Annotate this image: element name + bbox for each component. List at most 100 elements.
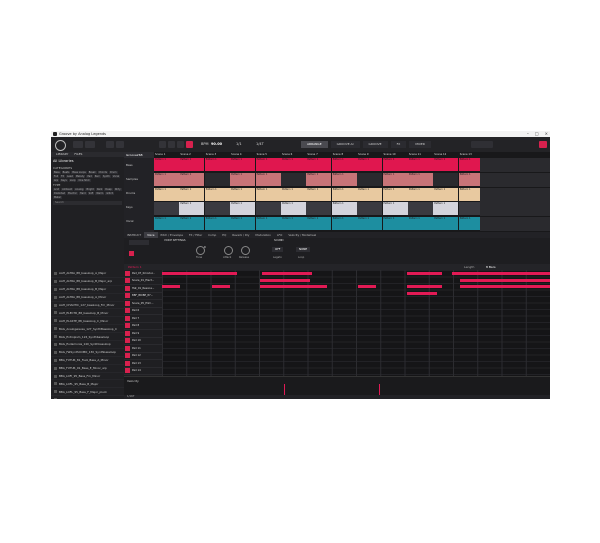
pad-key[interactable]: Pad 7: [124, 315, 162, 323]
midi-note[interactable]: [162, 285, 180, 288]
clip[interactable]: [306, 202, 332, 216]
list-item[interactable]: BBA_LOFL_95_Bass_F_Major_pluck: [51, 388, 124, 397]
attack-knob[interactable]: [224, 246, 233, 255]
empty-lane-area[interactable]: [480, 202, 550, 217]
clip[interactable]: Pattern 1: [230, 202, 256, 216]
empty-lane-area[interactable]: [480, 158, 550, 172]
midi-note[interactable]: [262, 272, 312, 275]
pad-key[interactable]: Snare_01_Elect...: [124, 278, 162, 285]
clip[interactable]: Pattern 1: [407, 187, 433, 201]
category-tag[interactable]: Full: [53, 175, 60, 178]
pad-key[interactable]: Pad 8: [124, 323, 162, 330]
category-tag[interactable]: Chords: [97, 171, 108, 174]
clip[interactable]: Pattern 1: [306, 217, 332, 231]
type-tag[interactable]: Metal: [53, 196, 62, 199]
clip[interactable]: [357, 172, 383, 186]
clip[interactable]: Pattern 1: [255, 158, 281, 171]
midi-note[interactable]: [358, 285, 376, 288]
list-item[interactable]: BBA_FUTUR_81_Fuzz_Bass_A_Minor: [51, 357, 124, 365]
clip[interactable]: Pattern 1: [382, 187, 408, 201]
clip[interactable]: [433, 172, 459, 186]
clip[interactable]: Pattern 1: [306, 172, 332, 186]
midi-note[interactable]: [460, 285, 550, 288]
clip[interactable]: Pattern 1: [357, 158, 383, 171]
clip[interactable]: [255, 202, 281, 216]
tab-groove[interactable]: GROOVE: [362, 141, 388, 148]
pad-key[interactable]: BBF_BRIBE_87...: [124, 293, 162, 300]
category-tag[interactable]: Vocal: [111, 175, 121, 178]
pad-key[interactable]: Pad 11: [124, 345, 162, 353]
type-tag[interactable]: Deep: [104, 188, 113, 191]
clip[interactable]: Pattern 1: [230, 158, 256, 171]
category-tag[interactable]: FX: [60, 175, 66, 178]
group-item[interactable]: Drums: [124, 186, 154, 200]
clip[interactable]: Pattern 1: [179, 187, 205, 201]
clip[interactable]: Pattern 1: [204, 158, 230, 171]
list-item[interactable]: BAG_Eudamonia_140_Synthbassloop: [51, 341, 124, 349]
clip[interactable]: Pattern 1: [154, 217, 179, 231]
loop-button[interactable]: [177, 141, 184, 148]
clip[interactable]: Pattern 1: [382, 172, 408, 186]
redo-button[interactable]: [85, 141, 95, 148]
list-item[interactable]: AAH_ALTRA_88_bassloop_B_Major: [51, 286, 124, 294]
category-tag[interactable]: Pad: [86, 175, 93, 178]
category-tag[interactable]: Bass: [53, 171, 61, 174]
clip[interactable]: Pattern 1: [407, 172, 433, 186]
tab-files[interactable]: FILES: [74, 152, 82, 157]
undo-button[interactable]: [73, 141, 83, 148]
clip[interactable]: Pattern 1: [179, 172, 205, 186]
release-knob[interactable]: [241, 246, 250, 255]
category-tag[interactable]: One Shot: [77, 179, 91, 182]
clip[interactable]: Pattern 1: [154, 172, 179, 186]
clip[interactable]: Pattern 1: [154, 158, 179, 171]
group-item[interactable]: Keys: [124, 200, 154, 214]
list-item[interactable]: BBA_LOFL_95_Bass_B_Major: [51, 380, 124, 389]
type-tag[interactable]: Analog: [74, 188, 85, 191]
metronome-button[interactable]: [106, 141, 114, 148]
main-menu-icon[interactable]: [55, 140, 66, 151]
type-tag[interactable]: Distorted: [53, 192, 67, 195]
tab-arrange[interactable]: ARRANGE: [301, 141, 328, 148]
clip[interactable]: Pattern 1: [255, 217, 281, 231]
clip[interactable]: Pattern 1: [433, 217, 459, 231]
clip[interactable]: Pattern 1: [357, 187, 383, 201]
pad-key[interactable]: Ped_07_Kmodul...: [124, 270, 162, 278]
clip[interactable]: Pattern 1: [433, 187, 459, 201]
clip[interactable]: [154, 202, 179, 216]
clip[interactable]: Pattern 1: [382, 158, 408, 171]
category-tag[interactable]: Bass Loops: [71, 171, 87, 174]
clip[interactable]: Pattern 1: [179, 158, 205, 171]
signature-value[interactable]: 1/1: [236, 141, 242, 148]
clip[interactable]: Pattern 1: [407, 158, 433, 171]
midi-note[interactable]: [452, 272, 550, 275]
length-value[interactable]: 8 Bars: [486, 265, 496, 269]
clip[interactable]: [280, 172, 306, 186]
clip[interactable]: [357, 202, 383, 216]
midi-note[interactable]: [407, 272, 442, 275]
pattern-name[interactable]: Pattern 1: [128, 265, 142, 269]
clip[interactable]: Pattern 1: [280, 217, 306, 231]
clip[interactable]: Pattern 1: [331, 158, 357, 171]
library-search-input[interactable]: Search: [53, 201, 122, 205]
list-item[interactable]: BBA_LOFI_95_Bass_Fm_Minor: [51, 373, 124, 381]
legato-toggle[interactable]: OFF: [272, 247, 284, 252]
clip[interactable]: Pattern 1: [255, 187, 281, 201]
loop-select[interactable]: NONE: [296, 247, 311, 252]
pad-key[interactable]: Pad 13: [124, 360, 162, 368]
minimize-icon[interactable]: –: [527, 131, 529, 136]
list-item[interactable]: BBF_BRIBE_80_bassloop_F#_Minor: [51, 396, 124, 399]
category-tag[interactable]: Arp: [53, 179, 60, 182]
clip[interactable]: [407, 202, 433, 216]
category-tag[interactable]: Lead: [66, 175, 74, 178]
empty-lane-area[interactable]: [480, 217, 550, 232]
pad-mode-button[interactable]: [129, 240, 149, 245]
save-button[interactable]: [116, 141, 124, 148]
grid-resolution[interactable]: 1/16T: [127, 395, 134, 399]
pad-key[interactable]: Pad 12: [124, 353, 162, 360]
clip[interactable]: Pattern 1: [179, 217, 205, 231]
midi-note[interactable]: [407, 291, 437, 295]
close-icon[interactable]: ×: [545, 131, 548, 136]
clip[interactable]: [204, 202, 230, 216]
list-item[interactable]: AAH_CHAOTIC_127_bassloop_Fm_Minor: [51, 302, 124, 310]
clip[interactable]: Pattern 1: [280, 187, 306, 201]
